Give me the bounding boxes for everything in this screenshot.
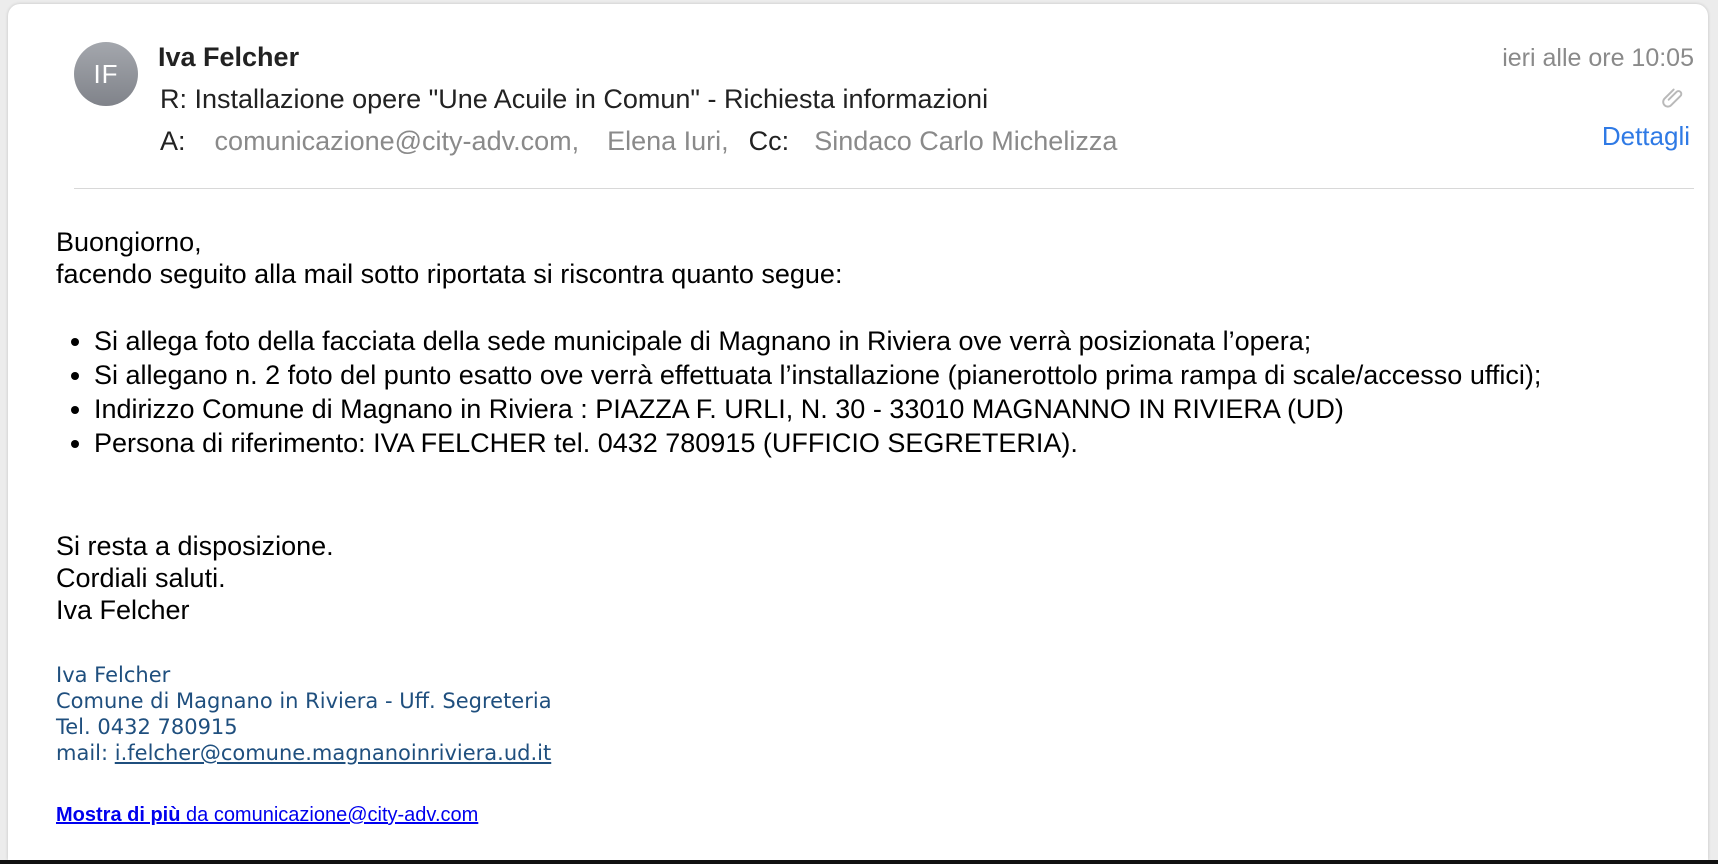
signature-email-link[interactable]: i.felcher@comune.magnanoinriviera.ud.it [115,741,551,765]
to-label: A: [160,126,186,156]
avatar: IF [74,42,138,106]
closing-line: Si resta a disposizione. [56,531,334,561]
recipient[interactable]: Sindaco Carlo Michelizza [814,126,1117,156]
mail-label: mail: [56,741,115,765]
message-closing: Si resta a disposizione. Cordiali saluti… [56,530,334,626]
list-item: Persona di riferimento: IVA FELCHER tel.… [94,426,1654,460]
show-more-rest: da comunicazione@city-adv.com [180,804,479,826]
show-more-link[interactable]: Mostra di più da comunicazione@city-adv.… [56,804,478,827]
show-more-bold: Mostra di più [56,804,181,826]
email-subject: R: Installazione opere "Une Acuile in Co… [160,84,989,114]
window-bottom-edge [0,860,1718,864]
list-item: Indirizzo Comune di Magnano in Riviera :… [94,392,1654,426]
recipients-line: A: comunicazione@city-adv.com, Elena Iuri… [160,126,1117,157]
list-item: Si allega foto della facciata della sede… [94,324,1654,358]
closing-line: Cordiali saluti. [56,563,226,593]
paperclip-icon [1660,84,1686,110]
signature-phone: Tel. 0432 780915 [56,715,238,739]
received-date: ieri alle ore 10:05 [1502,44,1694,72]
email-signature: Iva Felcher Comune di Magnano in Riviera… [56,662,552,766]
greeting: Buongiorno, [56,227,202,257]
signature-name: Iva Felcher [56,663,171,687]
sender-name[interactable]: Iva Felcher [158,42,299,73]
recipient[interactable]: comunicazione@city-adv.com, [215,126,580,156]
intro-paragraph: facendo seguito alla mail sotto riportat… [56,259,843,289]
closing-line: Iva Felcher [56,595,190,625]
bullet-list: Si allega foto della facciata della sede… [56,324,1654,460]
message-intro: Buongiorno, facendo seguito alla mail so… [56,226,842,290]
list-item: Si allegano n. 2 foto del punto esatto o… [94,358,1654,392]
details-button[interactable]: Dettagli [1602,121,1690,152]
signature-mail: mail: i.felcher@comune.magnanoinriviera.… [56,740,552,766]
header-divider [74,188,1694,189]
email-message: IF Iva Felcher R: Installazione opere "U… [8,4,1708,860]
cc-label: Cc: [748,126,790,156]
recipient[interactable]: Elena Iuri, [607,126,729,156]
signature-office: Comune di Magnano in Riviera - Uff. Segr… [56,689,552,713]
